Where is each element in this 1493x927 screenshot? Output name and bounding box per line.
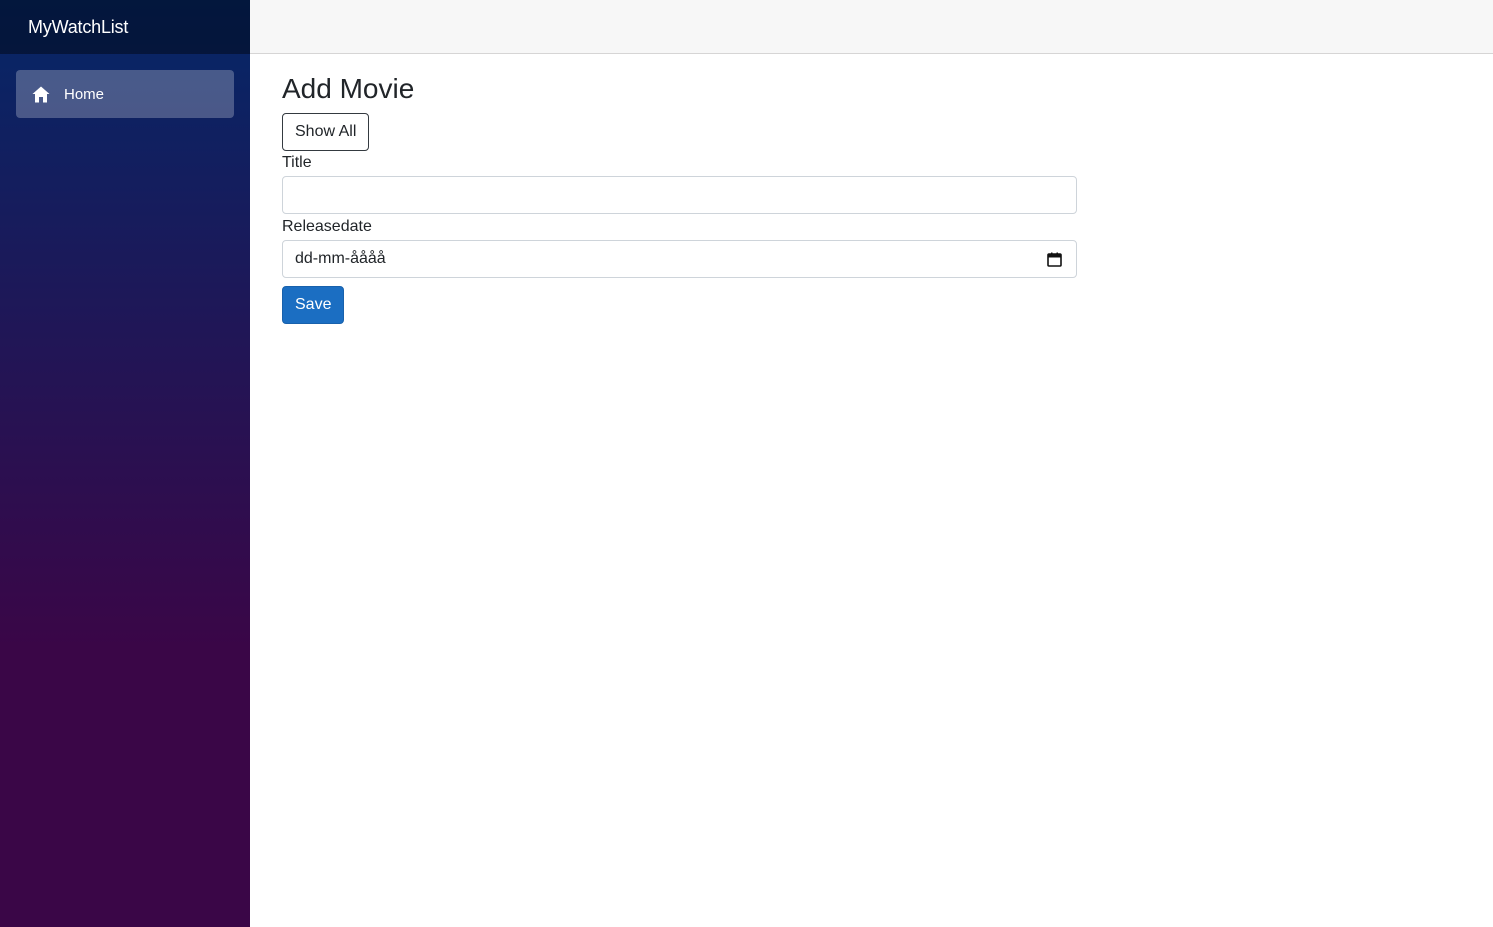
sidebar: MyWatchList Home bbox=[0, 0, 250, 927]
releasedate-input[interactable]: dd-mm-åååå bbox=[282, 240, 1077, 278]
page-title: Add Movie bbox=[282, 73, 415, 104]
title-input[interactable] bbox=[282, 176, 1077, 214]
home-icon bbox=[32, 85, 50, 103]
releasedate-value: dd-mm-åååå bbox=[295, 250, 386, 267]
sidebar-item-home[interactable]: Home bbox=[16, 70, 234, 118]
releasedate-label: Releasedate bbox=[282, 218, 372, 235]
sidebar-nav: Home bbox=[0, 54, 250, 118]
app-root: MyWatchList Home Add Movie Show All Titl… bbox=[0, 0, 1493, 927]
title-label: Title bbox=[282, 154, 312, 171]
brand-bar: MyWatchList bbox=[0, 0, 250, 54]
calendar-icon[interactable] bbox=[1047, 252, 1062, 267]
top-row bbox=[250, 0, 1493, 54]
save-button[interactable]: Save bbox=[282, 286, 345, 324]
sidebar-item-label: Home bbox=[64, 85, 105, 103]
brand-link[interactable]: MyWatchList bbox=[28, 17, 128, 38]
show-all-button[interactable]: Show All bbox=[282, 113, 370, 151]
main-content: Add Movie Show All Title Releasedate dd-… bbox=[282, 54, 1077, 324]
